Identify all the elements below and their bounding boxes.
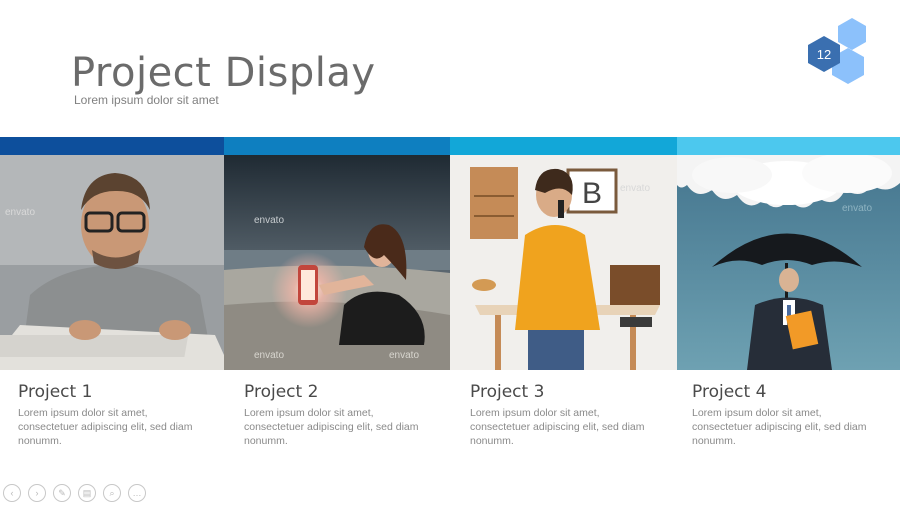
page-number-badge: 12 [808,18,866,84]
project-3-description: Lorem ipsum dolor sit amet, consectetuer… [470,406,675,448]
photo-watermark: envato [389,350,419,361]
project-2-description: Lorem ipsum dolor sit amet, consectetuer… [244,406,449,448]
hex-light [838,18,866,50]
description-line: nonumm. [244,435,288,447]
next-slide-icon[interactable]: › [28,484,46,502]
project-2-title: Project 2 [244,382,319,402]
project-3-photo: B envato [450,155,677,370]
description-line: consectetuer adipiscing elit, sed diam [692,421,867,433]
slideshow-controls: ‹ › ✎ ▤ ⌕ … [3,484,146,502]
page-number: 12 [817,47,831,62]
project-4-photo: envato [677,155,900,370]
band-project-2 [224,137,450,155]
photo-sign-letter: B [582,177,602,210]
description-line: consectetuer adipiscing elit, sed diam [244,421,419,433]
project-2-photo: envato envato envato [224,155,450,370]
description-line: Lorem ipsum dolor sit amet, [244,407,374,419]
band-project-3 [450,137,677,155]
previous-slide-icon[interactable]: ‹ [3,484,21,502]
slides-icon[interactable]: ▤ [78,484,96,502]
project-3-title: Project 3 [470,382,545,402]
photo-watermark: envato [842,203,872,214]
page-title: Project Display [71,50,376,96]
band-project-4 [677,137,900,155]
photo-watermark: envato [254,215,284,226]
photo-watermark: envato [620,183,650,194]
page-subtitle: Lorem ipsum dolor sit amet [74,93,219,107]
pen-icon[interactable]: ✎ [53,484,71,502]
description-line: nonumm. [692,435,736,447]
more-options-icon[interactable]: … [128,484,146,502]
project-1-description: Lorem ipsum dolor sit amet, consectetuer… [18,406,223,448]
description-line: Lorem ipsum dolor sit amet, [470,407,600,419]
project-1-photo: envato [0,155,224,370]
description-line: consectetuer adipiscing elit, sed diam [18,421,193,433]
project-1-title: Project 1 [18,382,93,402]
photo-watermark: envato [254,350,284,361]
zoom-icon[interactable]: ⌕ [103,484,121,502]
photo-watermark: envato [5,207,35,218]
description-line: consectetuer adipiscing elit, sed diam [470,421,645,433]
description-line: nonumm. [18,435,62,447]
description-line: nonumm. [470,435,514,447]
project-4-title: Project 4 [692,382,767,402]
project-4-description: Lorem ipsum dolor sit amet, consectetuer… [692,406,897,448]
description-line: Lorem ipsum dolor sit amet, [692,407,822,419]
description-line: Lorem ipsum dolor sit amet, [18,407,148,419]
band-project-1 [0,137,224,155]
